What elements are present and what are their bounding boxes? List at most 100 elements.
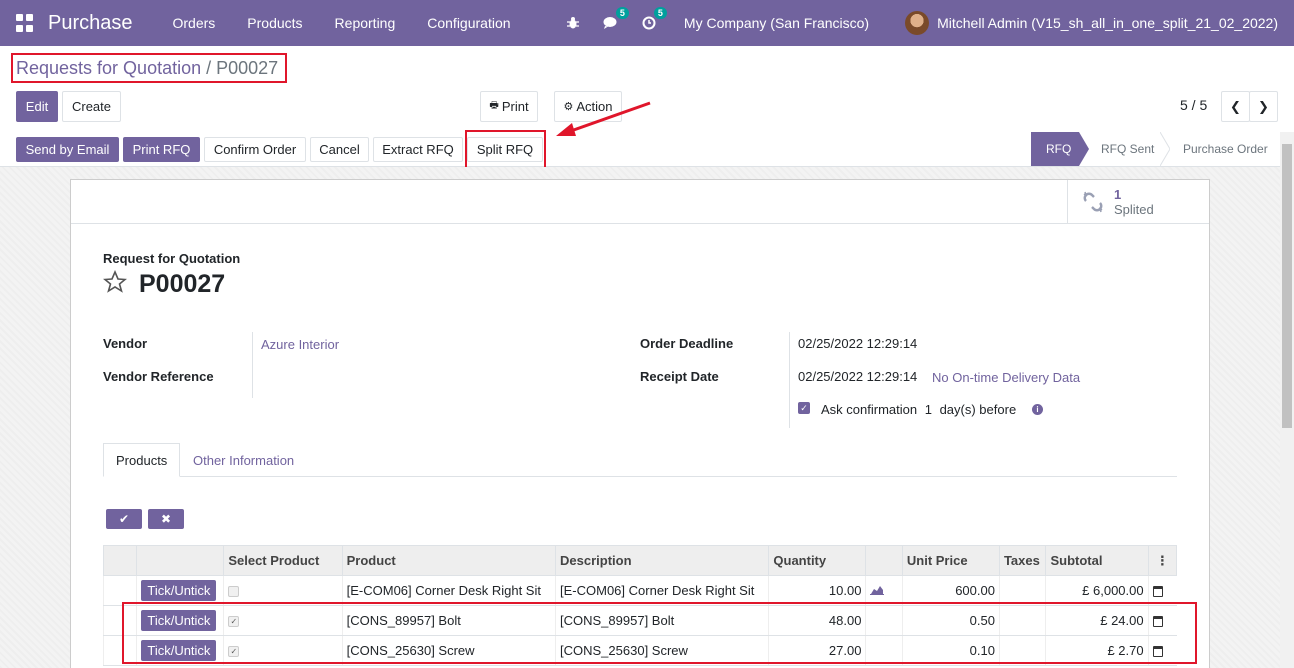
field-separator	[252, 332, 253, 398]
record-name: P00027	[139, 270, 226, 298]
menu-configuration[interactable]: Configuration	[411, 15, 526, 31]
splited-count: 1	[1114, 186, 1122, 202]
selected-rows-highlight-box	[122, 602, 1197, 664]
receipt-date-label: Receipt Date	[640, 369, 719, 384]
header-subtotal[interactable]: Subtotal	[1045, 545, 1149, 576]
messages-badge: 5	[615, 7, 629, 19]
form-sheet: 1 Splited Request for Quotation P00027 V…	[70, 179, 1210, 668]
receipt-date-value[interactable]: 02/25/2022 12:29:14	[798, 369, 917, 384]
menu-orders[interactable]: Orders	[157, 15, 232, 31]
tick-untick-button[interactable]: Tick/Untick	[141, 580, 217, 601]
row-tick-cell: Tick/Untick	[136, 575, 224, 606]
vendor-value-link[interactable]: Azure Interior	[261, 337, 339, 352]
header-unit-price[interactable]: Unit Price	[901, 545, 1000, 576]
header-select-product[interactable]: Select Product	[223, 545, 343, 576]
menu-reporting[interactable]: Reporting	[319, 15, 412, 31]
page-scrollbar[interactable]	[1280, 132, 1294, 668]
navbar-systray: 5 5 My Company (San Francisco) Mitchell …	[564, 0, 1294, 46]
row-select-cell	[223, 575, 343, 606]
trash-icon[interactable]	[1152, 586, 1163, 598]
select-product-checkbox[interactable]	[228, 586, 240, 598]
messages-chat-icon[interactable]: 5	[602, 7, 629, 32]
print-icon: 🖶	[489, 100, 499, 111]
kebab-menu-icon: ⋮	[1155, 552, 1169, 568]
print-label: Print	[501, 99, 529, 114]
print-rfq-button[interactable]: Print RFQ	[123, 137, 200, 162]
order-deadline-value[interactable]: 02/25/2022 12:29:14	[798, 336, 917, 351]
area-chart-icon[interactable]	[870, 584, 885, 595]
breadcrumb-highlight-box	[11, 53, 287, 83]
table-header-row: Select Product Product Description Quant…	[102, 545, 1178, 576]
debug-bug-icon[interactable]	[564, 14, 582, 32]
header-taxes[interactable]: Taxes	[998, 545, 1047, 576]
smart-button-box: 1 Splited	[71, 180, 1209, 224]
pager-previous-button[interactable]: ❮	[1221, 91, 1250, 122]
cancel-button[interactable]: Cancel	[310, 137, 369, 162]
chevron-left-icon: ❮	[1230, 98, 1241, 114]
user-avatar[interactable]	[905, 11, 930, 35]
field-separator	[789, 332, 790, 428]
user-menu[interactable]: Mitchell Admin (V15_sh_all_in_one_split_…	[937, 15, 1278, 31]
close-icon: ✖	[160, 512, 172, 526]
select-all-check-button[interactable]: ✔	[106, 509, 142, 529]
favorite-star-icon[interactable]	[102, 269, 128, 297]
ask-confirmation-days[interactable]: 1	[925, 402, 932, 417]
chevron-right-icon: ❯	[1258, 98, 1269, 114]
send-by-email-button[interactable]: Send by Email	[16, 137, 119, 162]
header-description[interactable]: Description	[555, 545, 770, 576]
scrollbar-thumb[interactable]	[1282, 144, 1292, 428]
create-button[interactable]: Create	[62, 91, 121, 122]
activities-badge: 5	[653, 7, 667, 19]
row-description[interactable]: [E-COM06] Corner Desk Right Sit	[555, 575, 769, 606]
row-handle	[102, 575, 137, 606]
pager-next-button[interactable]: ❯	[1249, 91, 1278, 122]
vendor-reference-label: Vendor Reference	[103, 369, 214, 384]
info-circle-icon[interactable]: i	[1032, 404, 1043, 415]
stage-rfq-sent-label: RFQ Sent	[1101, 142, 1155, 156]
check-icon: ✔	[118, 512, 130, 526]
header-handle	[102, 545, 138, 576]
order-deadline-label: Order Deadline	[640, 336, 734, 351]
print-dropdown-button[interactable]: 🖶 Print	[480, 91, 538, 122]
menu-products[interactable]: Products	[231, 15, 318, 31]
extract-rfq-button[interactable]: Extract RFQ	[373, 137, 463, 162]
form-statusbar: Send by Email Print RFQ Confirm Order Ca…	[0, 130, 1280, 172]
deselect-all-button[interactable]: ✖	[148, 509, 184, 529]
pager-value[interactable]: 5 / 5	[1180, 97, 1207, 113]
chain-broken-icon	[1082, 191, 1104, 213]
on-time-delivery-link[interactable]: No On-time Delivery Data	[932, 370, 1080, 385]
stage-purchase-order[interactable]: Purchase Order	[1183, 132, 1268, 166]
header-product[interactable]: Product	[341, 545, 557, 576]
apps-menu-icon[interactable]	[16, 14, 34, 32]
edit-button[interactable]: Edit	[16, 91, 58, 122]
row-forecast-cell	[865, 575, 903, 606]
stage-rfq-sent[interactable]: RFQ Sent	[1101, 132, 1154, 166]
row-taxes[interactable]	[998, 575, 1046, 606]
vendor-label: Vendor	[103, 336, 148, 351]
activities-clock-icon[interactable]: 5	[640, 7, 667, 32]
splited-smart-button[interactable]: 1 Splited	[1067, 180, 1209, 223]
stage-rfq[interactable]: RFQ	[1031, 132, 1079, 166]
stage-arrow-icon	[1079, 132, 1089, 166]
notebook-tabs: Products Other Information	[103, 443, 1177, 477]
split-rfq-highlight-box	[465, 130, 546, 172]
stage-purchase-order-label: Purchase Order	[1183, 142, 1268, 156]
ask-confirmation-text: Ask confirmation 1 day(s) before	[821, 402, 1016, 417]
top-navbar: Purchase Orders Products Reporting Confi…	[0, 0, 1294, 46]
row-quantity[interactable]: 10.00	[768, 575, 866, 606]
confirm-order-button[interactable]: Confirm Order	[204, 137, 306, 162]
row-product[interactable]: [E-COM06] Corner Desk Right Sit	[341, 575, 556, 606]
tab-products[interactable]: Products	[103, 443, 181, 477]
company-switcher[interactable]: My Company (San Francisco)	[684, 15, 869, 31]
tab-other-information[interactable]: Other Information	[181, 443, 306, 477]
stage-rfq-label: RFQ	[1046, 142, 1072, 156]
header-quantity[interactable]: Quantity	[768, 545, 867, 576]
ask-confirmation-checkbox[interactable]: ✓	[798, 402, 810, 414]
ask-confirmation-prefix: Ask confirmation	[821, 402, 918, 417]
row-unit-price[interactable]: 600.00	[901, 575, 1000, 606]
app-name[interactable]: Purchase	[48, 12, 133, 35]
splited-smart-button-text: 1 Splited	[1114, 187, 1154, 217]
row-delete-cell	[1147, 575, 1177, 606]
header-optional-columns[interactable]: ⋮	[1147, 545, 1178, 576]
table-row[interactable]: Tick/Untick [E-COM06] Corner Desk Right …	[102, 575, 1177, 606]
